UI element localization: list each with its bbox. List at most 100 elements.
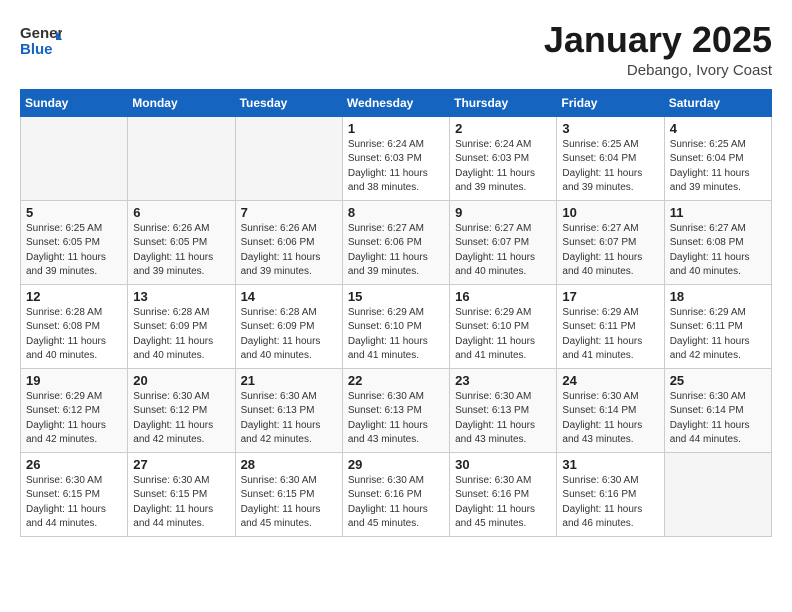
calendar-cell: 31Sunrise: 6:30 AM Sunset: 6:16 PM Dayli… [557, 452, 664, 536]
calendar-cell: 4 Sunrise: 6:25 AM Sunset: 6:04 PM Daylig… [664, 116, 771, 200]
svg-text:Blue: Blue [20, 41, 53, 58]
calendar-cell: 12Sunrise: 6:28 AM Sunset: 6:08 PM Dayli… [21, 284, 128, 368]
calendar-cell: 13 Sunrise: 6:28 AM Sunset: 6:09 PM Dayli… [128, 284, 235, 368]
location: Debango, Ivory Coast [544, 62, 772, 79]
day-number: 12 [26, 289, 122, 304]
page-header: General Blue January 2025 Debango, Ivory… [20, 20, 772, 79]
calendar-cell: 5 Sunrise: 6:25 AM Sunset: 6:05 PM Daylig… [21, 200, 128, 284]
calendar-cell: 6 Sunrise: 6:26 AM Sunset: 6:05 PM Daylig… [128, 200, 235, 284]
day-info: Sunrise: 6:28 AM Sunset: 6:09 PM Dayligh… [241, 306, 337, 364]
calendar-cell: 9 Sunrise: 6:27 AM Sunset: 6:07 PM Daylig… [450, 200, 557, 284]
svg-text:General: General [20, 25, 62, 42]
day-number: 29 [348, 457, 444, 472]
calendar-cell: 3 Sunrise: 6:25 AM Sunset: 6:04 PM Daylig… [557, 116, 664, 200]
day-info: Sunrise: 6:30 AM Sunset: 6:15 PM Dayligh… [133, 474, 229, 532]
day-number: 27 [133, 457, 229, 472]
calendar-cell: 7 Sunrise: 6:26 AM Sunset: 6:06 PM Daylig… [235, 200, 342, 284]
calendar-cell: 28Sunrise: 6:30 AM Sunset: 6:15 PM Dayli… [235, 452, 342, 536]
day-number: 4 [670, 121, 766, 136]
calendar-cell: 16 Sunrise: 6:29 AM Sunset: 6:10 PM Dayli… [450, 284, 557, 368]
day-number: 10 [562, 205, 658, 220]
day-info: Sunrise: 6:25 AM Sunset: 6:04 PM Dayligh… [670, 138, 766, 196]
day-info: Sunrise: 6:27 AM Sunset: 6:07 PM Dayligh… [562, 222, 658, 280]
day-number: 8 [348, 205, 444, 220]
day-number: 13 [133, 289, 229, 304]
day-number: 6 [133, 205, 229, 220]
day-info: Sunrise: 6:30 AM Sunset: 6:14 PM Dayligh… [670, 390, 766, 448]
day-info: Sunrise: 6:30 AM Sunset: 6:15 PM Dayligh… [26, 474, 122, 532]
calendar-week-3: 12Sunrise: 6:28 AM Sunset: 6:08 PM Dayli… [21, 284, 772, 368]
calendar-cell: 1 Sunrise: 6:24 AM Sunset: 6:03 PM Daylig… [342, 116, 449, 200]
calendar-cell: 11 Sunrise: 6:27 AM Sunset: 6:08 PM Dayli… [664, 200, 771, 284]
day-number: 26 [26, 457, 122, 472]
calendar-cell: 18 Sunrise: 6:29 AM Sunset: 6:11 PM Dayli… [664, 284, 771, 368]
day-info: Sunrise: 6:30 AM Sunset: 6:16 PM Dayligh… [348, 474, 444, 532]
calendar-week-2: 5 Sunrise: 6:25 AM Sunset: 6:05 PM Daylig… [21, 200, 772, 284]
day-info: Sunrise: 6:29 AM Sunset: 6:11 PM Dayligh… [562, 306, 658, 364]
day-number: 16 [455, 289, 551, 304]
calendar-table: SundayMondayTuesdayWednesdayThursdayFrid… [20, 89, 772, 537]
title-area: January 2025 Debango, Ivory Coast [544, 20, 772, 79]
day-info: Sunrise: 6:29 AM Sunset: 6:10 PM Dayligh… [455, 306, 551, 364]
day-number: 3 [562, 121, 658, 136]
day-number: 18 [670, 289, 766, 304]
day-header-friday: Friday [557, 89, 664, 116]
day-number: 19 [26, 373, 122, 388]
day-info: Sunrise: 6:26 AM Sunset: 6:05 PM Dayligh… [133, 222, 229, 280]
logo: General Blue [20, 20, 62, 58]
calendar-cell: 23Sunrise: 6:30 AM Sunset: 6:13 PM Dayli… [450, 368, 557, 452]
calendar-cell: 27 Sunrise: 6:30 AM Sunset: 6:15 PM Dayli… [128, 452, 235, 536]
logo-icon: General Blue [20, 20, 62, 58]
calendar-cell: 24Sunrise: 6:30 AM Sunset: 6:14 PM Dayli… [557, 368, 664, 452]
day-number: 25 [670, 373, 766, 388]
day-info: Sunrise: 6:27 AM Sunset: 6:07 PM Dayligh… [455, 222, 551, 280]
day-info: Sunrise: 6:29 AM Sunset: 6:10 PM Dayligh… [348, 306, 444, 364]
calendar-week-1: 1 Sunrise: 6:24 AM Sunset: 6:03 PM Daylig… [21, 116, 772, 200]
day-header-thursday: Thursday [450, 89, 557, 116]
day-number: 15 [348, 289, 444, 304]
day-info: Sunrise: 6:30 AM Sunset: 6:13 PM Dayligh… [241, 390, 337, 448]
day-info: Sunrise: 6:30 AM Sunset: 6:12 PM Dayligh… [133, 390, 229, 448]
day-info: Sunrise: 6:24 AM Sunset: 6:03 PM Dayligh… [348, 138, 444, 196]
calendar-cell: 22Sunrise: 6:30 AM Sunset: 6:13 PM Dayli… [342, 368, 449, 452]
day-number: 21 [241, 373, 337, 388]
day-info: Sunrise: 6:30 AM Sunset: 6:16 PM Dayligh… [455, 474, 551, 532]
calendar-cell [664, 452, 771, 536]
day-info: Sunrise: 6:30 AM Sunset: 6:13 PM Dayligh… [455, 390, 551, 448]
day-header-tuesday: Tuesday [235, 89, 342, 116]
month-title: January 2025 [544, 20, 772, 60]
day-header-monday: Monday [128, 89, 235, 116]
day-number: 24 [562, 373, 658, 388]
day-number: 11 [670, 205, 766, 220]
calendar-cell: 20Sunrise: 6:30 AM Sunset: 6:12 PM Dayli… [128, 368, 235, 452]
day-info: Sunrise: 6:25 AM Sunset: 6:04 PM Dayligh… [562, 138, 658, 196]
day-number: 30 [455, 457, 551, 472]
day-number: 9 [455, 205, 551, 220]
day-info: Sunrise: 6:29 AM Sunset: 6:11 PM Dayligh… [670, 306, 766, 364]
calendar-cell: 25 Sunrise: 6:30 AM Sunset: 6:14 PM Dayli… [664, 368, 771, 452]
day-info: Sunrise: 6:28 AM Sunset: 6:09 PM Dayligh… [133, 306, 229, 364]
day-header-sunday: Sunday [21, 89, 128, 116]
day-info: Sunrise: 6:25 AM Sunset: 6:05 PM Dayligh… [26, 222, 122, 280]
calendar-cell: 30 Sunrise: 6:30 AM Sunset: 6:16 PM Dayli… [450, 452, 557, 536]
day-number: 1 [348, 121, 444, 136]
calendar-week-4: 19Sunrise: 6:29 AM Sunset: 6:12 PM Dayli… [21, 368, 772, 452]
day-number: 22 [348, 373, 444, 388]
day-info: Sunrise: 6:26 AM Sunset: 6:06 PM Dayligh… [241, 222, 337, 280]
day-header-wednesday: Wednesday [342, 89, 449, 116]
calendar-cell [128, 116, 235, 200]
day-number: 5 [26, 205, 122, 220]
calendar-cell: 15 Sunrise: 6:29 AM Sunset: 6:10 PM Dayli… [342, 284, 449, 368]
day-number: 14 [241, 289, 337, 304]
calendar-cell: 10 Sunrise: 6:27 AM Sunset: 6:07 PM Dayli… [557, 200, 664, 284]
day-number: 17 [562, 289, 658, 304]
calendar-cell: 21 Sunrise: 6:30 AM Sunset: 6:13 PM Dayli… [235, 368, 342, 452]
calendar-cell: 14 Sunrise: 6:28 AM Sunset: 6:09 PM Dayli… [235, 284, 342, 368]
day-info: Sunrise: 6:27 AM Sunset: 6:06 PM Dayligh… [348, 222, 444, 280]
calendar-cell: 8 Sunrise: 6:27 AM Sunset: 6:06 PM Daylig… [342, 200, 449, 284]
day-number: 7 [241, 205, 337, 220]
day-info: Sunrise: 6:30 AM Sunset: 6:15 PM Dayligh… [241, 474, 337, 532]
calendar-week-5: 26 Sunrise: 6:30 AM Sunset: 6:15 PM Dayli… [21, 452, 772, 536]
calendar-header-row: SundayMondayTuesdayWednesdayThursdayFrid… [21, 89, 772, 116]
day-info: Sunrise: 6:27 AM Sunset: 6:08 PM Dayligh… [670, 222, 766, 280]
